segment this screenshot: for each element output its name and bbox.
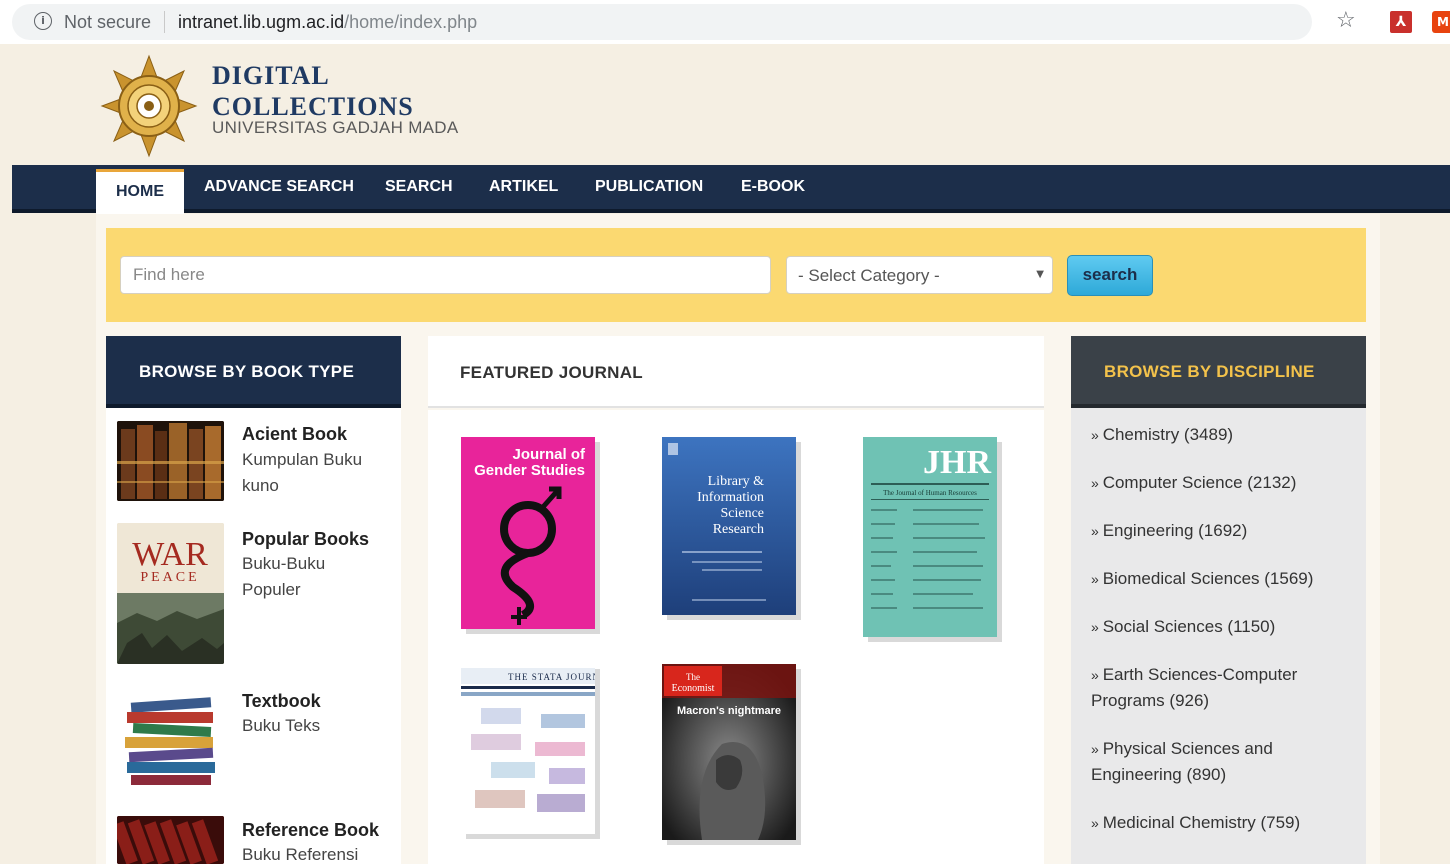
search-input[interactable]	[120, 256, 771, 294]
discipline-link-chemistry[interactable]: » Chemistry (3489)	[1091, 422, 1341, 448]
svg-text:The Journal of Human Resources: The Journal of Human Resources	[883, 489, 977, 497]
discipline-label: Physical Sciences and Engineering (890)	[1091, 739, 1273, 784]
textbook-thumbnail[interactable]	[117, 688, 224, 792]
discipline-label: Chemistry (3489)	[1102, 425, 1234, 444]
extension-icon[interactable]: M	[1432, 11, 1450, 33]
info-icon[interactable]: i	[34, 12, 52, 30]
address-separator	[164, 11, 165, 33]
discipline-link-earth-sciences[interactable]: » Earth Sciences-Computer Programs (926)	[1091, 662, 1341, 714]
discipline-link-medicinal-chemistry[interactable]: » Medicinal Chemistry (759)	[1091, 810, 1341, 836]
raquo-icon: »	[1091, 619, 1103, 635]
discipline-label: Earth Sciences-Computer Programs (926)	[1091, 665, 1298, 710]
discipline-label: Engineering (1692)	[1102, 521, 1248, 540]
svg-text:Macron's nightmare: Macron's nightmare	[677, 705, 781, 717]
discipline-link-physical-sciences[interactable]: » Physical Sciences and Engineering (890…	[1091, 736, 1341, 788]
url-host: intranet.lib.ugm.ac.id	[178, 12, 345, 32]
ancient-book-thumbnail[interactable]	[117, 421, 224, 501]
discipline-label: Social Sciences (1150)	[1102, 617, 1276, 636]
raquo-icon: »	[1091, 427, 1103, 443]
svg-text:PEACE: PEACE	[140, 570, 199, 585]
site-subtitle: UNIVERSITAS GADJAH MADA	[212, 118, 459, 137]
nav-artikel[interactable]: ARTIKEL	[489, 178, 558, 196]
raquo-icon: »	[1091, 523, 1103, 539]
book-type-desc-popular: Buku-Buku Populer	[242, 554, 326, 599]
discipline-heading-bar: BROWSE BY DISCIPLINE	[1071, 336, 1366, 408]
discipline-link-computer-science[interactable]: » Computer Science (2132)	[1091, 470, 1341, 496]
book-type-desc-ancient: Kumpulan Buku kuno	[242, 450, 363, 495]
nav-advance-search[interactable]: ADVANCE SEARCH	[204, 178, 354, 196]
url-path: /home/index.php	[344, 12, 478, 32]
svg-text:Library &: Library &	[708, 474, 764, 489]
book-type-title-textbook[interactable]: Textbook	[242, 691, 321, 712]
category-select-value: - Select Category -	[798, 266, 940, 285]
raquo-icon: »	[1091, 475, 1103, 491]
book-type-desc-textbook: Buku Teks	[242, 716, 321, 735]
discipline-link-biomedical-sciences[interactable]: » Biomedical Sciences (1569)	[1091, 566, 1341, 592]
raquo-icon: »	[1091, 741, 1103, 757]
book-type-title-ancient[interactable]: Acient Book	[242, 424, 347, 445]
journal-cover-stata[interactable]: THE STATA JOURNAL	[461, 664, 595, 834]
book-type-title-popular[interactable]: Popular Books	[242, 529, 369, 550]
featured-heading-bar: FEATURED JOURNAL	[428, 336, 1044, 408]
svg-text:Research: Research	[713, 522, 764, 537]
raquo-icon: »	[1091, 571, 1103, 587]
svg-text:Journal of: Journal of	[512, 446, 586, 463]
discipline-heading: BROWSE BY DISCIPLINE	[1104, 362, 1315, 381]
bookmark-star-icon[interactable]: ☆	[1336, 8, 1356, 33]
nav-home[interactable]: HOME	[96, 169, 184, 215]
book-type-heading: BROWSE BY BOOK TYPE	[139, 362, 355, 381]
category-select[interactable]: - Select Category - ▼	[786, 256, 1053, 294]
reference-book-thumbnail[interactable]	[117, 816, 224, 864]
journal-cover-economist[interactable]: The Economist Macron's nightmare	[662, 664, 796, 840]
security-label[interactable]: Not secure	[64, 12, 151, 33]
caret-down-icon: ▼	[1036, 269, 1044, 280]
discipline-label: Biomedical Sciences (1569)	[1102, 569, 1314, 588]
raquo-icon: »	[1091, 815, 1103, 831]
nav-publication[interactable]: PUBLICATION	[595, 178, 703, 196]
featured-heading: FEATURED JOURNAL	[460, 363, 643, 382]
main-nav: HOME ADVANCE SEARCH SEARCH ARTIKEL PUBLI…	[12, 165, 1450, 215]
book-type-title-reference[interactable]: Reference Book	[242, 820, 379, 841]
site-title-line1: DIGITAL	[212, 61, 330, 90]
book-type-desc-reference: Buku Referensi	[242, 845, 359, 864]
discipline-label: Computer Science (2132)	[1102, 473, 1297, 492]
svg-text:The: The	[686, 672, 700, 682]
raquo-icon: »	[1091, 667, 1103, 683]
svg-text:THE STATA JOURNAL: THE STATA JOURNAL	[508, 672, 595, 682]
site-title[interactable]: DIGITAL COLLECTIONS	[212, 60, 414, 122]
svg-text:Economist: Economist	[672, 683, 715, 694]
svg-text:Gender Studies: Gender Studies	[474, 462, 585, 479]
nav-e-book[interactable]: E-BOOK	[741, 178, 805, 196]
pdf-extension-icon[interactable]: ⅄	[1390, 11, 1412, 33]
university-emblem-icon	[100, 54, 198, 158]
nav-search[interactable]: SEARCH	[385, 178, 453, 196]
svg-text:WAR: WAR	[132, 536, 208, 573]
book-type-heading-bar: BROWSE BY BOOK TYPE	[106, 336, 401, 408]
search-button[interactable]: search	[1067, 255, 1153, 296]
discipline-link-engineering[interactable]: » Engineering (1692)	[1091, 518, 1341, 544]
discipline-label: Medicinal Chemistry (759)	[1102, 813, 1301, 832]
url-text[interactable]: intranet.lib.ugm.ac.id/home/index.php	[178, 12, 477, 33]
svg-text:JHR: JHR	[923, 444, 991, 481]
svg-text:Science: Science	[720, 506, 764, 521]
journal-cover-jhr[interactable]: JHR The Journal of Human Resources	[863, 437, 997, 637]
svg-text:Information: Information	[697, 490, 764, 505]
browser-address-bar: i Not secure intranet.lib.ugm.ac.id/home…	[0, 0, 1450, 44]
discipline-link-social-sciences[interactable]: » Social Sciences (1150)	[1091, 614, 1341, 640]
journal-cover-library-science[interactable]: Library & Information Science Research	[662, 437, 796, 615]
popular-book-thumbnail[interactable]: WAR PEACE	[117, 523, 224, 664]
journal-cover-gender-studies[interactable]: Journal of Gender Studies	[461, 437, 595, 629]
